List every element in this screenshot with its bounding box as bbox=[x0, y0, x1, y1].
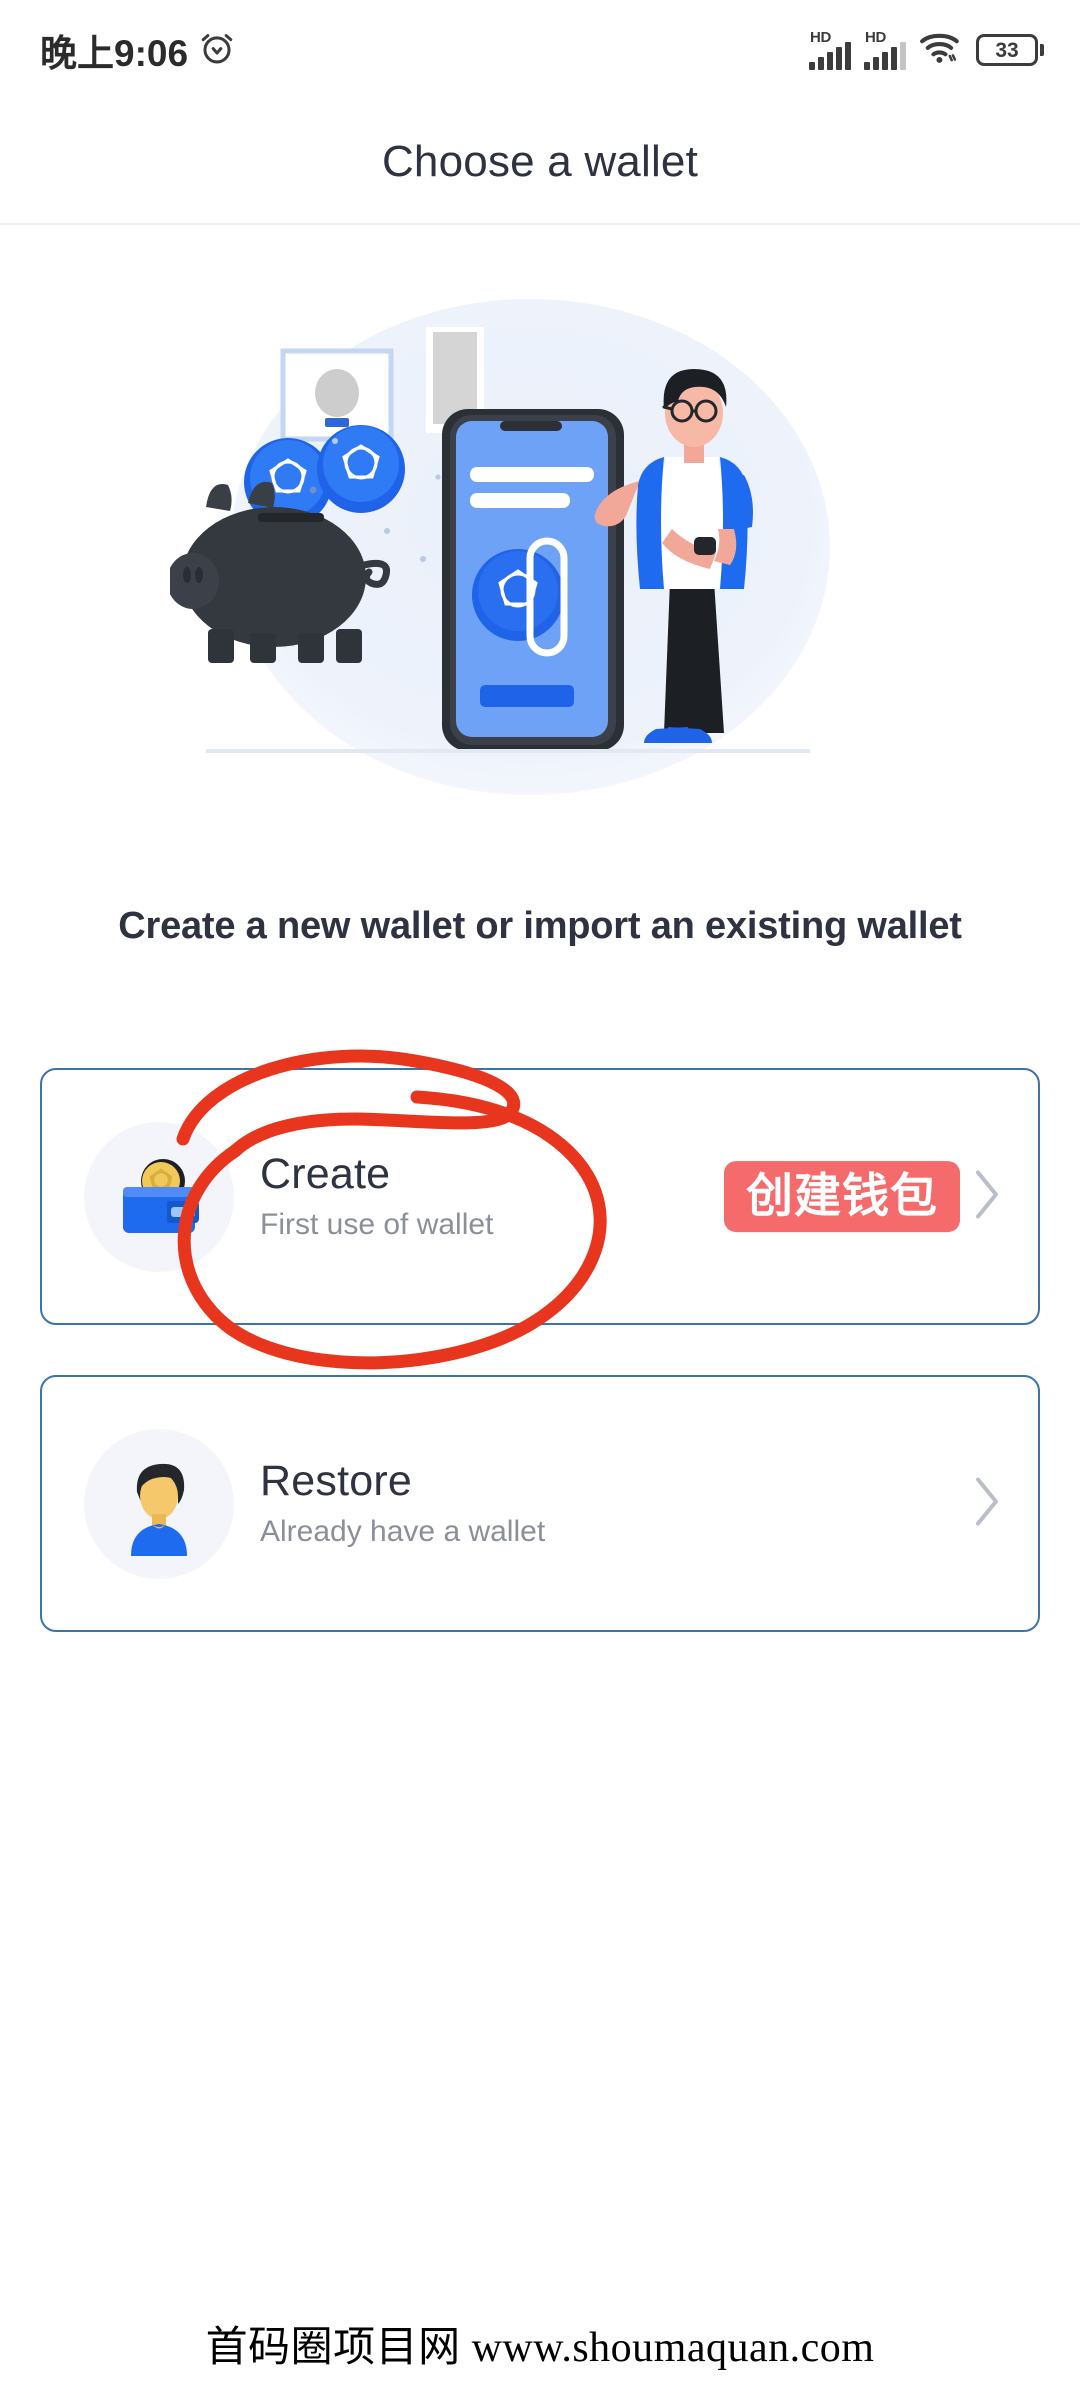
battery-body: 33 bbox=[976, 34, 1038, 66]
battery-level-label: 33 bbox=[995, 38, 1019, 62]
status-bar-left: 晚上9:06 bbox=[40, 23, 236, 77]
person-avatar-icon bbox=[84, 1428, 234, 1579]
signal-bars-sim2 bbox=[864, 42, 906, 70]
create-wallet-cn-badge[interactable]: 创建钱包 bbox=[724, 1160, 960, 1233]
chevron-right-icon bbox=[970, 1473, 1004, 1534]
wall-frame-picture bbox=[280, 348, 394, 442]
app-header: Choose a wallet bbox=[0, 100, 1080, 225]
status-time: 晚上9:06 bbox=[40, 33, 189, 74]
page-title: Choose a wallet bbox=[381, 136, 699, 186]
illustration-container bbox=[0, 255, 1080, 875]
status-bar-right: HD HD 33 bbox=[809, 30, 1044, 70]
hd-label-sim1: HD bbox=[810, 29, 832, 46]
wifi-icon bbox=[919, 31, 963, 70]
wallet-onboarding-illustration bbox=[170, 299, 830, 795]
restore-wallet-card[interactable]: Restore Already have a wallet bbox=[40, 1375, 1040, 1632]
chevron-right-icon bbox=[970, 1166, 1004, 1227]
floating-coin bbox=[317, 425, 405, 513]
battery-icon: 33 bbox=[976, 34, 1044, 66]
status-bar: 晚上9:06 HD HD 33 bbox=[0, 0, 1080, 100]
page-subtitle: Create a new wallet or import an existin… bbox=[118, 905, 962, 947]
battery-cap bbox=[1040, 44, 1044, 56]
hd-label-sim2: HD bbox=[865, 29, 887, 46]
create-wallet-card[interactable]: Create First use of wallet 创建钱包 bbox=[40, 1068, 1040, 1325]
signal-bars-sim1 bbox=[809, 42, 851, 70]
signal-strength-sim1-icon: HD bbox=[809, 30, 851, 70]
wallet-with-coin-icon bbox=[84, 1121, 234, 1272]
restore-card-subtitle: Already have a wallet bbox=[260, 1514, 546, 1548]
site-watermark: 首码圈项目网 www.shoumaquan.com bbox=[205, 2325, 875, 2371]
alarm-clock-icon bbox=[198, 29, 236, 72]
phone-screen: 晚上9:06 HD HD 33 Choose a wallet Create a… bbox=[0, 0, 1080, 2400]
wallet-options-list: Create First use of wallet 创建钱包 Restore … bbox=[40, 1068, 1040, 1632]
restore-card-text: Restore Already have a wallet bbox=[260, 1457, 1004, 1549]
restore-card-title: Restore bbox=[260, 1457, 412, 1506]
signal-strength-sim2-icon: HD bbox=[864, 30, 906, 70]
smartphone bbox=[442, 409, 624, 751]
